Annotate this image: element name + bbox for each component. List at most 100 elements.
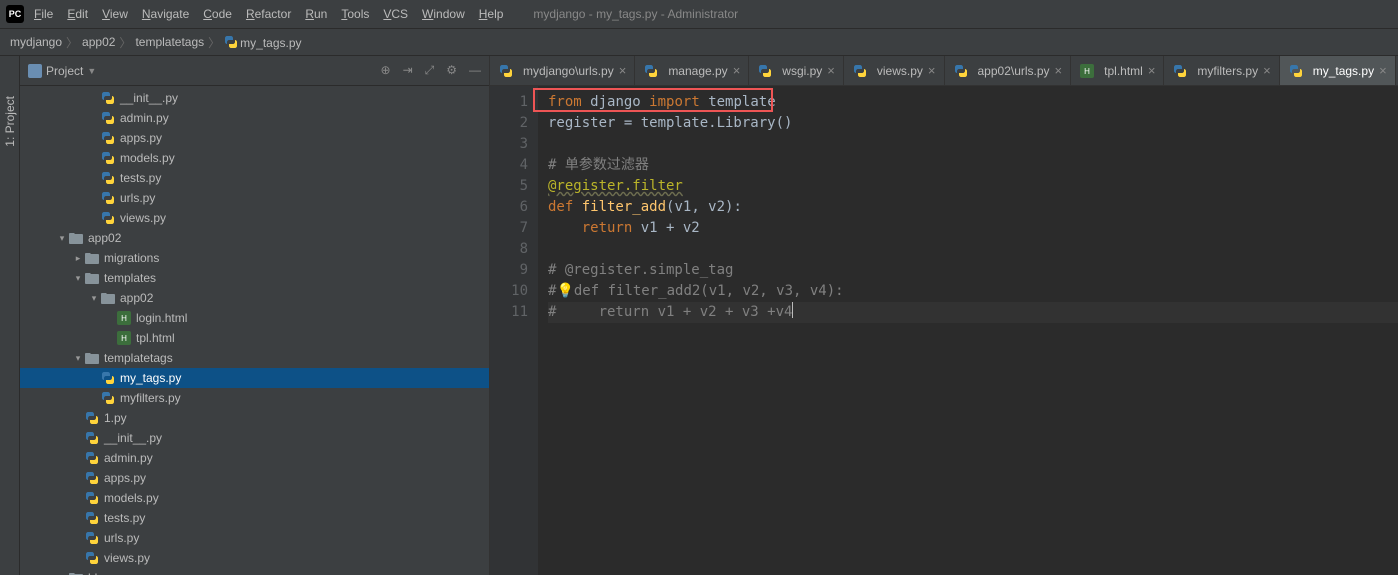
tree-item[interactable]: 1.py [20, 408, 489, 428]
menu-code[interactable]: Code [203, 7, 232, 21]
code-line[interactable]: # return v1 + v2 + v3 +v4 [548, 302, 1398, 323]
code-line[interactable]: register = template.Library() [548, 113, 1398, 134]
close-icon[interactable]: × [1379, 63, 1387, 78]
tree-arrow[interactable]: ▾ [88, 293, 100, 304]
editor-tab[interactable]: my_tags.py× [1280, 56, 1396, 85]
code-line[interactable] [548, 239, 1398, 260]
tree-arrow[interactable]: ▾ [72, 353, 84, 364]
tree-item[interactable]: __init__.py [20, 428, 489, 448]
window-title: mydjango - my_tags.py - Administrator [533, 7, 738, 21]
tree-item[interactable]: ▾app02 [20, 288, 489, 308]
code-line[interactable]: def filter_add(v1, v2): [548, 197, 1398, 218]
close-icon[interactable]: × [733, 63, 741, 78]
expand-icon[interactable]: ⤢ [425, 63, 435, 78]
tree-item[interactable]: ▸migrations [20, 248, 489, 268]
editor-tab[interactable]: manage.py× [635, 56, 749, 85]
editor-tab[interactable]: wsgi.py× [749, 56, 844, 85]
svg-text:H: H [121, 334, 127, 343]
py-icon [84, 470, 100, 486]
project-panel-title[interactable]: Project ▼ [28, 64, 96, 78]
tree-item[interactable]: ▾ app02 [20, 228, 489, 248]
tree-item[interactable]: myfilters.py [20, 388, 489, 408]
collapse-icon[interactable]: ⇥ [403, 63, 413, 78]
tree-item[interactable]: ▾templates [20, 268, 489, 288]
app-logo: PC [6, 5, 24, 23]
menu-tools[interactable]: Tools [341, 7, 369, 21]
crumb-sep: 〉 [66, 34, 78, 51]
tree-item[interactable]: models.py [20, 488, 489, 508]
line-number: 7 [490, 218, 528, 239]
tree-label: app02 [88, 231, 121, 245]
menu-file[interactable]: File [34, 7, 53, 21]
tree-label: 1.py [104, 411, 127, 425]
menu-navigate[interactable]: Navigate [142, 7, 189, 21]
menu-run[interactable]: Run [305, 7, 327, 21]
project-tree[interactable]: __init__.pyadmin.pyapps.pymodels.pytests… [20, 86, 489, 575]
code-line[interactable]: return v1 + v2 [548, 218, 1398, 239]
crumb[interactable]: my_tags.py [224, 35, 301, 50]
tree-item[interactable]: views.py [20, 548, 489, 568]
tree-item[interactable]: models.py [20, 148, 489, 168]
editor-tab[interactable]: Htpl.html× [1071, 56, 1164, 85]
editor-tab[interactable]: app02\urls.py × [945, 56, 1072, 85]
editor-body[interactable]: 1234567891011 from django import templat… [490, 86, 1398, 575]
tree-item[interactable]: urls.py [20, 528, 489, 548]
code-line[interactable]: # @register.simple_tag [548, 260, 1398, 281]
code-line[interactable]: @register.filter [548, 176, 1398, 197]
close-icon[interactable]: × [1148, 63, 1156, 78]
tree-item[interactable]: apps.py [20, 128, 489, 148]
tree-item[interactable]: apps.py [20, 468, 489, 488]
tree-item[interactable]: Htpl.html [20, 328, 489, 348]
tree-item[interactable]: tests.py [20, 508, 489, 528]
tab-label: app02\urls.py [978, 64, 1050, 78]
code-line[interactable]: #💡def filter_add2(v1, v2, v3, v4): [548, 281, 1398, 302]
tree-label: admin.py [120, 111, 169, 125]
tree-item[interactable]: ▾templatetags [20, 348, 489, 368]
tree-item[interactable]: views.py [20, 208, 489, 228]
crumb[interactable]: app02 [82, 35, 115, 49]
tab-label: mydjango\urls.py [523, 64, 614, 78]
project-tool-button[interactable]: 1: Project [3, 96, 17, 147]
code-line[interactable] [548, 134, 1398, 155]
line-number: 5 [490, 176, 528, 197]
editor-tab[interactable]: views.py× [844, 56, 945, 85]
code-area[interactable]: from django import templateregister = te… [538, 86, 1398, 575]
editor-tab[interactable]: mydjango\urls.py × [490, 56, 635, 85]
editor-tabs: mydjango\urls.py×manage.py×wsgi.py×views… [490, 56, 1398, 86]
tree-arrow[interactable]: ▾ [72, 273, 84, 284]
tree-arrow[interactable]: ▾ [56, 233, 68, 244]
close-icon[interactable]: × [928, 63, 936, 78]
close-icon[interactable]: × [1263, 63, 1271, 78]
menu-refactor[interactable]: Refactor [246, 7, 291, 21]
tree-label: my_tags.py [120, 371, 181, 385]
tree-item[interactable]: my_tags.py [20, 368, 489, 388]
close-icon[interactable]: × [827, 63, 835, 78]
menu-edit[interactable]: Edit [67, 7, 88, 21]
menu-window[interactable]: Window [422, 7, 465, 21]
locate-icon[interactable]: ⊕ [381, 63, 391, 78]
tree-arrow[interactable]: ▸ [72, 253, 84, 264]
tree-item[interactable]: __init__.py [20, 88, 489, 108]
tree-item[interactable]: Hlogin.html [20, 308, 489, 328]
gear-icon[interactable]: ⚙ [446, 63, 457, 78]
menu-view[interactable]: View [102, 7, 128, 21]
code-line[interactable]: # 单参数过滤器 [548, 155, 1398, 176]
hide-icon[interactable]: — [469, 63, 481, 78]
tree-item[interactable]: admin.py [20, 108, 489, 128]
crumb[interactable]: templatetags [135, 35, 204, 49]
tree-item[interactable]: admin.py [20, 448, 489, 468]
tree-label: views.py [120, 211, 166, 225]
tree-item[interactable]: ▸blog [20, 568, 489, 575]
menu-help[interactable]: Help [479, 7, 504, 21]
close-icon[interactable]: × [619, 63, 627, 78]
tree-label: tpl.html [136, 331, 175, 345]
tree-label: __init__.py [120, 91, 178, 105]
tree-item[interactable]: urls.py [20, 188, 489, 208]
menu-vcs[interactable]: VCS [383, 7, 408, 21]
py-icon [84, 530, 100, 546]
close-icon[interactable]: × [1055, 63, 1063, 78]
editor-tab[interactable]: myfilters.py× [1164, 56, 1279, 85]
crumb[interactable]: mydjango [10, 35, 62, 49]
py-icon [84, 450, 100, 466]
tree-item[interactable]: tests.py [20, 168, 489, 188]
